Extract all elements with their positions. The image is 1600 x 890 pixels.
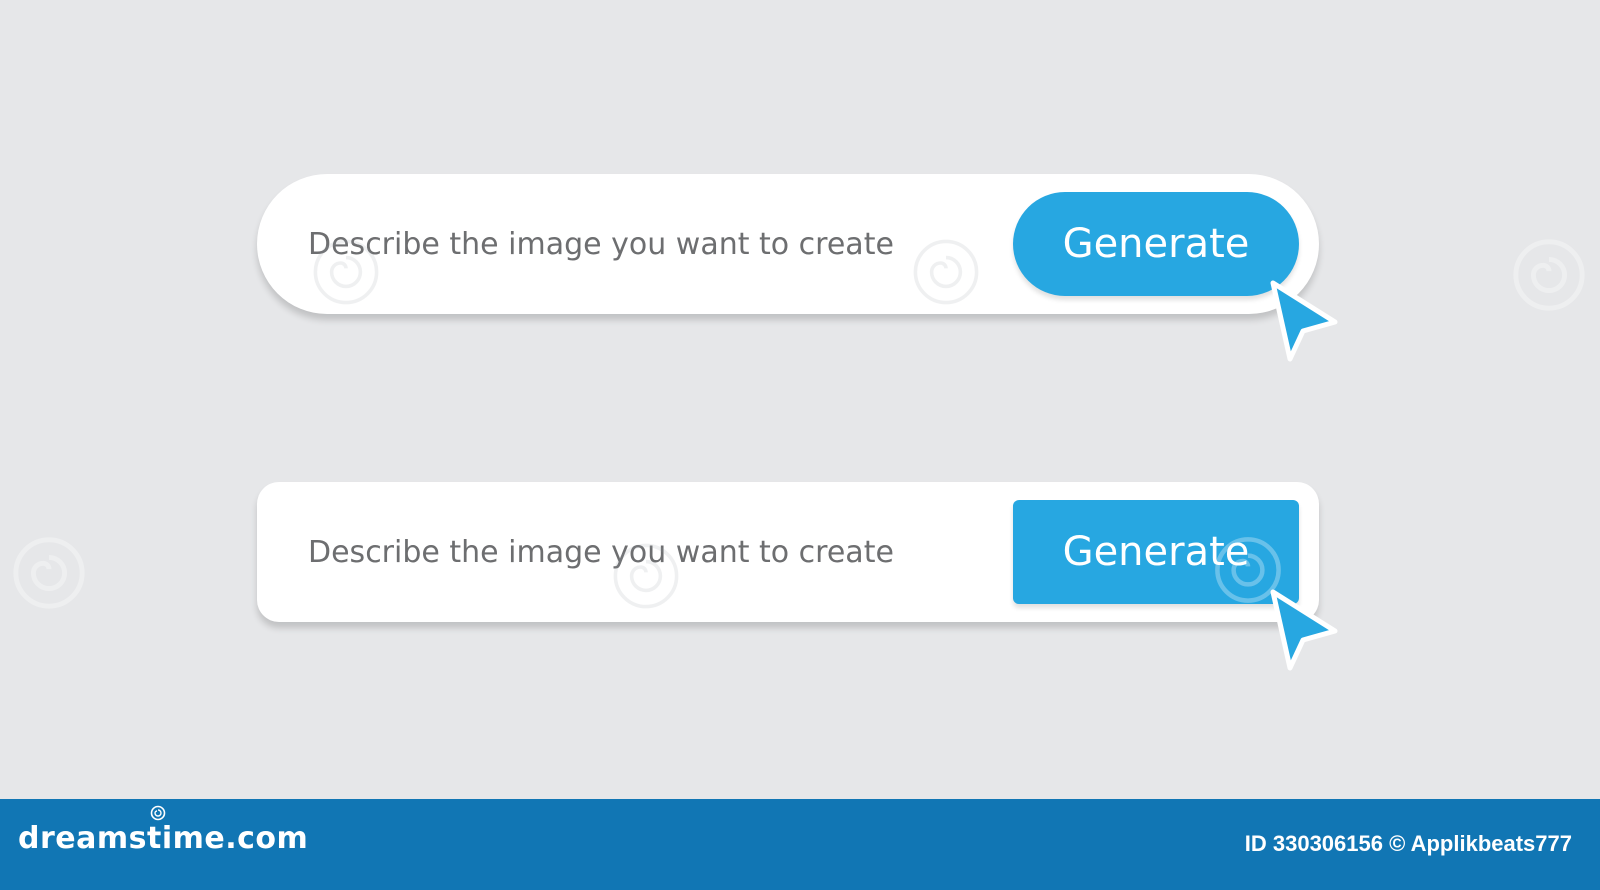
watermark-spiral-icon (13, 537, 85, 609)
watermark-spiral-icon (1513, 239, 1585, 311)
generate-button-pill[interactable]: Generate (1013, 192, 1299, 296)
prompt-input-pill[interactable] (257, 174, 992, 314)
prompt-input-rect[interactable] (257, 482, 992, 622)
footer-bar: dreamstime.com ID 330306156 © Applikbeat… (0, 799, 1600, 890)
footer-logo[interactable]: dreamstime.com (18, 821, 308, 856)
cursor-arrow-icon (1270, 589, 1338, 671)
dreamstime-spiral-icon (150, 805, 166, 821)
prompt-bar-rect: Generate (257, 482, 1319, 622)
cursor-arrow-icon (1270, 280, 1338, 362)
generate-button-rect[interactable]: Generate (1013, 500, 1299, 604)
prompt-bar-pill: Generate (257, 174, 1319, 314)
image-credit: ID 330306156 © Applikbeats777 (1244, 831, 1572, 856)
canvas: Generate Generate (0, 0, 1600, 799)
